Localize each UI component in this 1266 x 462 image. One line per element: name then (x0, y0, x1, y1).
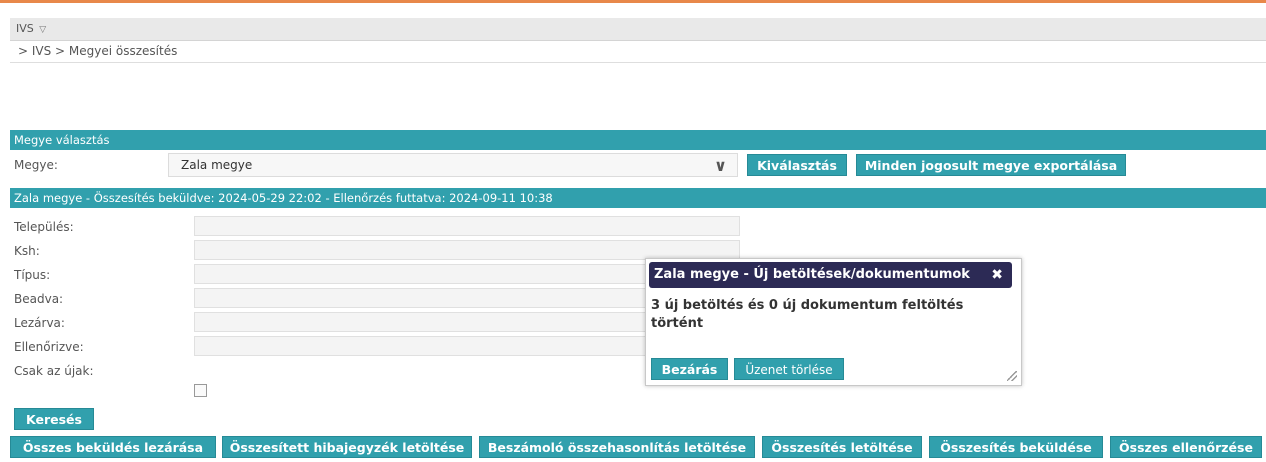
telepules-label: Település: (14, 220, 74, 234)
menu-item-ivs[interactable]: IVS ▽ (16, 22, 46, 35)
download-error-list-button[interactable]: Összesített hibajegyzék letöltése (222, 436, 472, 458)
tipus-label: Típus: (14, 268, 51, 282)
chevron-down-icon: ▽ (39, 25, 47, 35)
lezarva-label: Lezárva: (14, 316, 65, 330)
search-button[interactable]: Keresés (14, 408, 94, 430)
summary-status-text: Zala megye - Összesítés beküldve: 2024-0… (14, 191, 553, 205)
download-report-comparison-button[interactable]: Beszámoló összehasonlítás letöltése (479, 436, 755, 458)
top-accent-line (0, 0, 1266, 3)
download-summary-button[interactable]: Összesítés letöltése (762, 436, 922, 458)
beadva-label: Beadva: (14, 292, 64, 306)
ksh-field[interactable] (194, 240, 740, 260)
export-all-counties-button[interactable]: Minden jogosult megye exportálása (856, 154, 1126, 176)
close-all-submissions-button[interactable]: Összes beküldés lezárása (10, 436, 216, 458)
ksh-label: Ksh: (14, 244, 40, 258)
submit-summary-button[interactable]: Összesítés beküldése (929, 436, 1103, 458)
new-uploads-dialog: Zala megye - Új betöltések/dokumentumok … (645, 258, 1022, 386)
breadcrumb-text: > IVS > Megyei összesítés (18, 44, 178, 58)
county-section-header: Megye választás (10, 130, 1266, 150)
csak-ujak-label: Csak az újak: (14, 364, 94, 378)
ellenorizve-label: Ellenőrizve: (14, 340, 84, 354)
dialog-message: 3 új betöltés és 0 új dokumentum feltölt… (651, 298, 964, 331)
county-select[interactable]: Zala megye ∨ (168, 153, 738, 177)
check-all-button[interactable]: Összes ellenőrzése (1110, 436, 1262, 458)
county-label: Megye: (14, 158, 58, 172)
county-section-title: Megye választás (14, 133, 110, 147)
select-county-button[interactable]: Kiválasztás (747, 154, 847, 176)
telepules-field[interactable] (194, 216, 740, 236)
county-select-value: Zala megye (181, 158, 253, 172)
summary-status-bar: Zala megye - Összesítés beküldve: 2024-0… (10, 188, 1266, 208)
dialog-close-button[interactable]: Bezárás (651, 358, 728, 380)
dialog-title-bar: Zala megye - Új betöltések/dokumentumok … (649, 262, 1012, 288)
menu-bar: IVS ▽ (10, 18, 1266, 41)
resize-handle-icon[interactable] (1007, 371, 1017, 381)
dialog-title: Zala megye - Új betöltések/dokumentumok (654, 267, 970, 282)
breadcrumb: > IVS > Megyei összesítés (10, 41, 1266, 63)
delete-message-button[interactable]: Üzenet törlése (734, 358, 844, 380)
close-icon[interactable]: ✖ (986, 262, 1003, 288)
menu-item-label: IVS (16, 22, 34, 35)
csak-ujak-checkbox[interactable] (194, 384, 207, 397)
chevron-down-icon: ∨ (714, 156, 727, 175)
